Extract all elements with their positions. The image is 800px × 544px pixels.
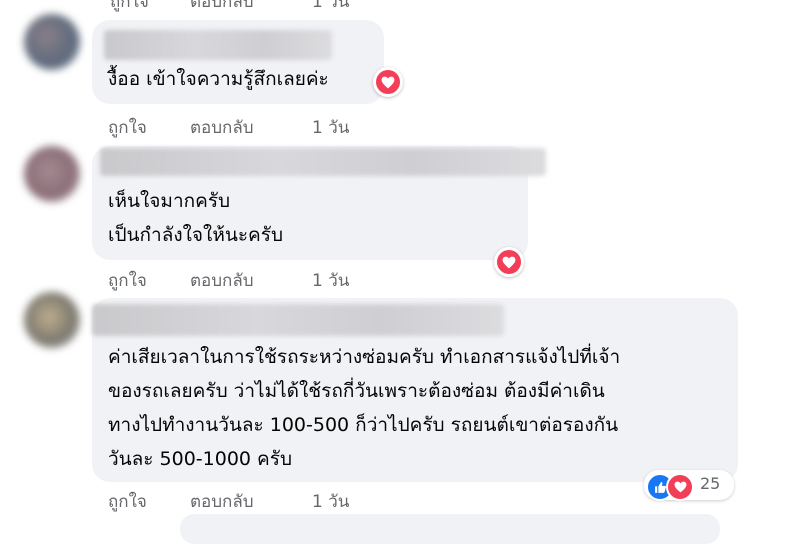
timestamp[interactable]: 1 วัน bbox=[312, 0, 349, 15]
reply-link[interactable]: ตอบกลับ bbox=[190, 0, 254, 15]
reaction-count: 25 bbox=[700, 474, 721, 493]
next-comment-bubble bbox=[180, 514, 720, 544]
comment-text-line: ทางไปทำงานวันละ 100-500 ก็ว่าไปครับ รถยน… bbox=[108, 414, 619, 436]
comment-actions: ถูกใจ ตอบกลับ 1 วัน bbox=[108, 114, 408, 138]
comment-actions-top: ถูกใจ ตอบกลับ 1 วัน bbox=[110, 0, 410, 12]
commenter-name-blurred[interactable] bbox=[92, 304, 504, 336]
reply-link[interactable]: ตอบกลับ bbox=[190, 488, 254, 515]
reaction-summary[interactable]: 25 bbox=[644, 470, 734, 501]
commenter-name-blurred[interactable] bbox=[104, 30, 332, 60]
timestamp[interactable]: 1 วัน bbox=[312, 267, 349, 294]
comment-text-line: เห็นใจมากครับ bbox=[108, 190, 231, 212]
love-reaction[interactable] bbox=[494, 247, 524, 277]
like-link[interactable]: ถูกใจ bbox=[110, 0, 149, 15]
heart-icon bbox=[497, 250, 521, 274]
love-reaction-icon bbox=[666, 473, 694, 501]
like-link[interactable]: ถูกใจ bbox=[108, 114, 147, 141]
comment-text-line: วันละ 500-1000 ครับ bbox=[108, 448, 293, 470]
comment-text-line: เป็นกำลังใจให้นะครับ bbox=[108, 224, 284, 246]
comment-actions: ถูกใจ ตอบกลับ 1 วัน bbox=[108, 267, 408, 291]
comment-text-line: ของรถเลยครับ ว่าไม่ได้ใช้รถกี่วันเพราะต้… bbox=[108, 380, 605, 402]
like-link[interactable]: ถูกใจ bbox=[108, 267, 147, 294]
comment-actions: ถูกใจ ตอบกลับ 1 วัน bbox=[108, 488, 408, 512]
love-reaction[interactable] bbox=[373, 67, 403, 97]
timestamp[interactable]: 1 วัน bbox=[312, 488, 349, 515]
like-link[interactable]: ถูกใจ bbox=[108, 488, 147, 515]
comment-text: งื้ออ เข้าใจความรู้สึกเลยค่ะ bbox=[108, 68, 329, 90]
timestamp[interactable]: 1 วัน bbox=[312, 114, 349, 141]
comment-text-line: ค่าเสียเวลาในการใช้รถระหว่างซ่อมครับ ทำเ… bbox=[108, 346, 621, 368]
avatar[interactable] bbox=[24, 146, 80, 202]
reply-link[interactable]: ตอบกลับ bbox=[190, 267, 254, 294]
avatar[interactable] bbox=[24, 14, 80, 70]
avatar[interactable] bbox=[24, 292, 80, 348]
reply-link[interactable]: ตอบกลับ bbox=[190, 114, 254, 141]
heart-icon bbox=[376, 70, 400, 94]
commenter-name-blurred[interactable] bbox=[100, 148, 546, 176]
